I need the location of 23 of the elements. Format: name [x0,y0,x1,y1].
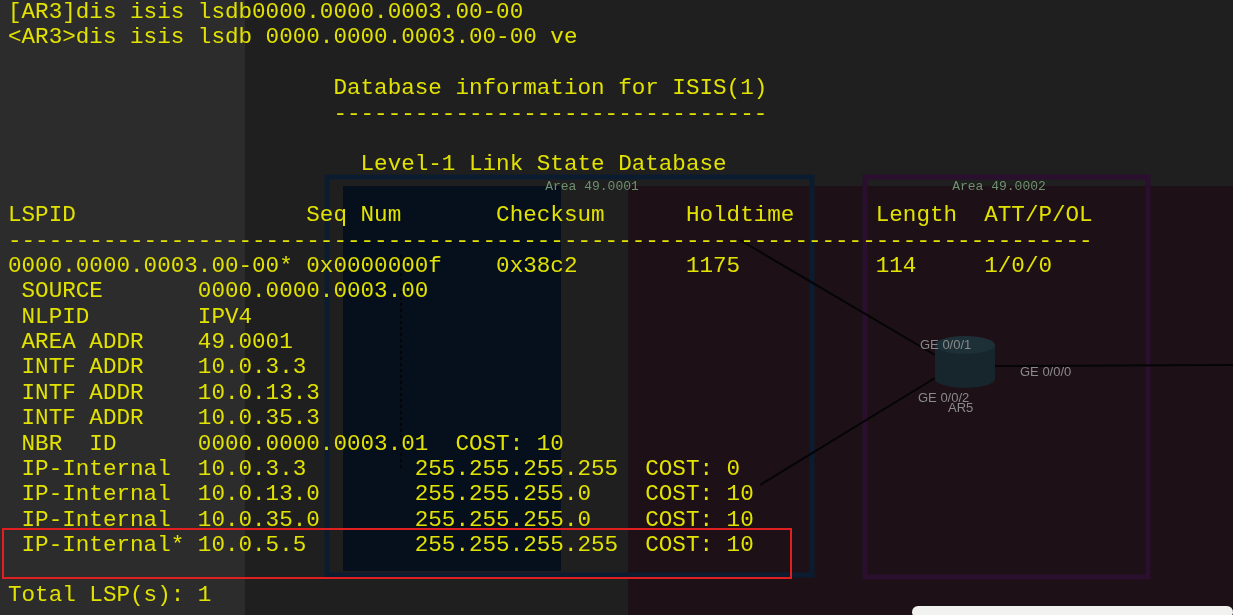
terminal-line: NBR ID 0000.0000.0003.01 COST: 10 [20,431,564,458]
terminal-line: -------------------------------------------------------------------------------- [8,228,1093,254]
port-label: GE 0/0/1 [920,337,972,352]
terminal-line: [AR3]dis isis lsdb0000.0000.0003.00-00 [8,0,524,26]
terminal-line: LSPID Seq Num Checksum Holdtime Length ATT/P/OL [8,203,1093,229]
terminal-line: 0000.0000.0003.00-00* 0x0000000f 0x38c2 1175 114 1/0/0 [8,253,1052,280]
terminal-line: Total LSP(s): 1 [8,582,212,608]
terminal-line: -------------------------------- [332,101,768,127]
terminal-line: Database information for ISIS(1) [332,76,768,102]
terminal-line: <AR3>dis isis lsdb 0000.0000.0003.00-00 ve [8,25,578,51]
area-label: Area 49.0002 [952,179,1046,194]
terminal-line: INTF ADDR 10.0.35.3 [20,406,320,432]
port-label: GE 0/0/2 [918,390,970,405]
terminal-line: NLPID IPV4 [20,304,253,331]
area-label: Area 49.0001 [545,179,639,194]
terminal-line: INTF ADDR 10.0.13.3 [20,380,320,407]
terminal-line: SOURCE 0000.0000.0003.00 [20,279,429,305]
terminal-line: INTF ADDR 10.0.3.3 [20,355,307,381]
terminal-line: Level-1 Link State Database [359,152,727,178]
terminal-line: IP-Internal 10.0.3.3 255.255.255.255 COST: 0 [20,457,741,483]
terminal-line: IP-Internal 10.0.13.0 255.255.255.0 COST: 10 [20,482,754,508]
terminal-line: AREA ADDR 49.0001 [20,330,293,356]
port-label: GE 0/0/0 [1020,364,1072,379]
